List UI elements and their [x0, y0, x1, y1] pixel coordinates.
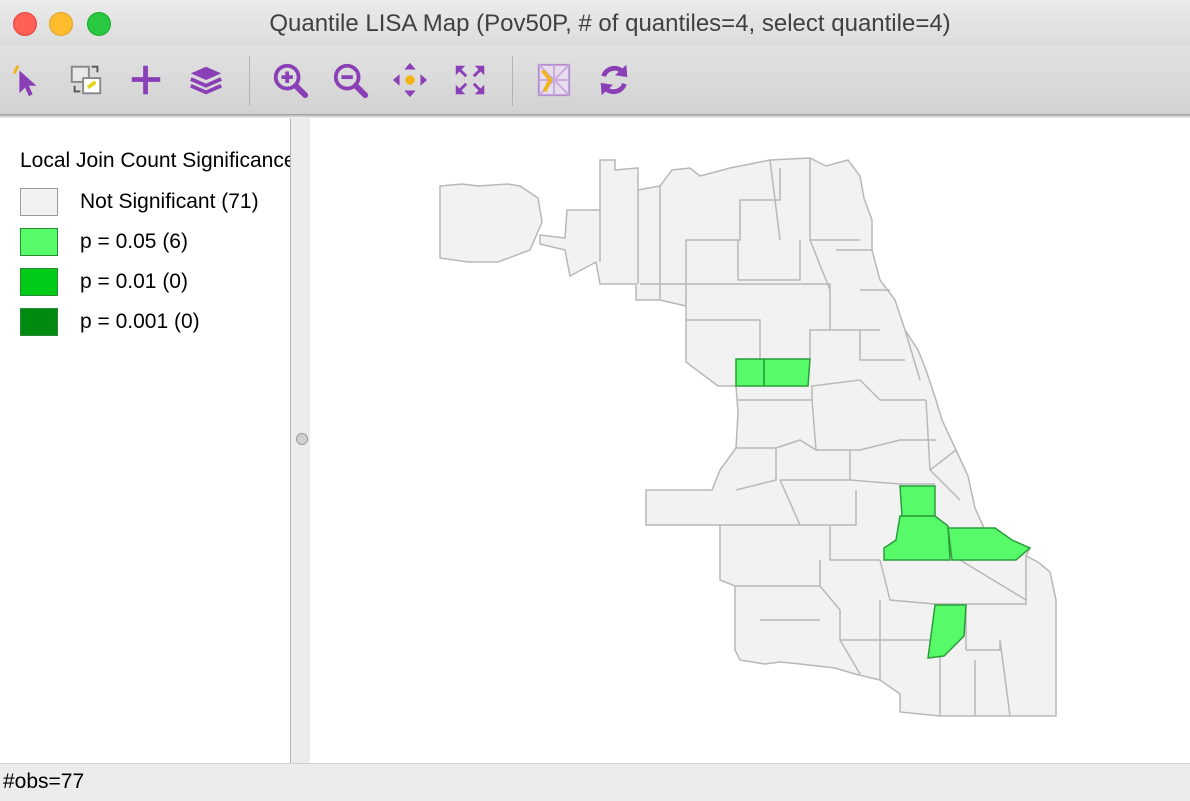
map-canvas[interactable] [310, 118, 1190, 763]
legend-swatch [20, 188, 58, 216]
refresh-button[interactable] [594, 60, 634, 100]
basemap-icon [537, 63, 571, 97]
select-pointer-button[interactable] [6, 60, 46, 100]
zoom-in-button[interactable] [270, 60, 310, 100]
legend-item-not-significant[interactable]: Not Significant (71) [20, 187, 259, 217]
significant-area [763, 358, 811, 387]
legend-item-label: p = 0.05 (6) [80, 230, 188, 253]
obs-count-text: #obs=77 [3, 770, 85, 793]
add-layer-button[interactable] [126, 60, 166, 100]
map-toolbar [0, 46, 1190, 115]
window-titlebar: Quantile LISA Map (Pov50P, # of quantile… [0, 0, 1190, 46]
legend-swatch [20, 308, 58, 336]
legend-panel: Local Join Count Significance Not Signif… [0, 118, 291, 763]
basemap-button[interactable] [534, 60, 574, 100]
zoom-in-icon [273, 63, 309, 99]
toolbar-separator [512, 56, 513, 106]
legend-item-p0001[interactable]: p = 0.001 (0) [20, 307, 200, 337]
significant-area [947, 527, 1032, 561]
selection-shape-button[interactable] [66, 60, 106, 100]
legend-swatch [20, 228, 58, 256]
status-bar: #obs=77 [0, 763, 1190, 801]
pan-arrows-icon [392, 62, 428, 98]
pointer-arrow-icon [13, 65, 37, 97]
legend-item-label: Not Significant (71) [80, 190, 259, 213]
layers-icon [190, 66, 222, 95]
significant-area [899, 485, 936, 517]
legend-item-p001[interactable]: p = 0.01 (0) [20, 267, 188, 297]
toolbar-separator [249, 56, 250, 106]
zoom-out-button[interactable] [330, 60, 370, 100]
full-extent-icon [455, 65, 485, 95]
legend-title: Local Join Count Significance [20, 149, 291, 172]
choropleth-map[interactable] [310, 118, 1190, 763]
legend-item-label: p = 0.01 (0) [80, 270, 188, 293]
significant-area [735, 358, 765, 387]
window-title: Quantile LISA Map (Pov50P, # of quantile… [269, 10, 951, 37]
selection-shape-icon [70, 65, 102, 95]
layers-button[interactable] [186, 60, 226, 100]
legend-item-p005[interactable]: p = 0.05 (6) [20, 227, 188, 257]
zoom-out-icon [333, 63, 369, 99]
full-extent-button[interactable] [450, 60, 490, 100]
legend-item-label: p = 0.001 (0) [80, 310, 200, 333]
refresh-icon [600, 64, 628, 96]
legend-swatch [20, 268, 58, 296]
toolbar-shadow [0, 114, 1190, 117]
pan-button[interactable] [390, 60, 430, 100]
plus-icon [131, 65, 161, 95]
splitter-handle[interactable] [296, 433, 308, 445]
